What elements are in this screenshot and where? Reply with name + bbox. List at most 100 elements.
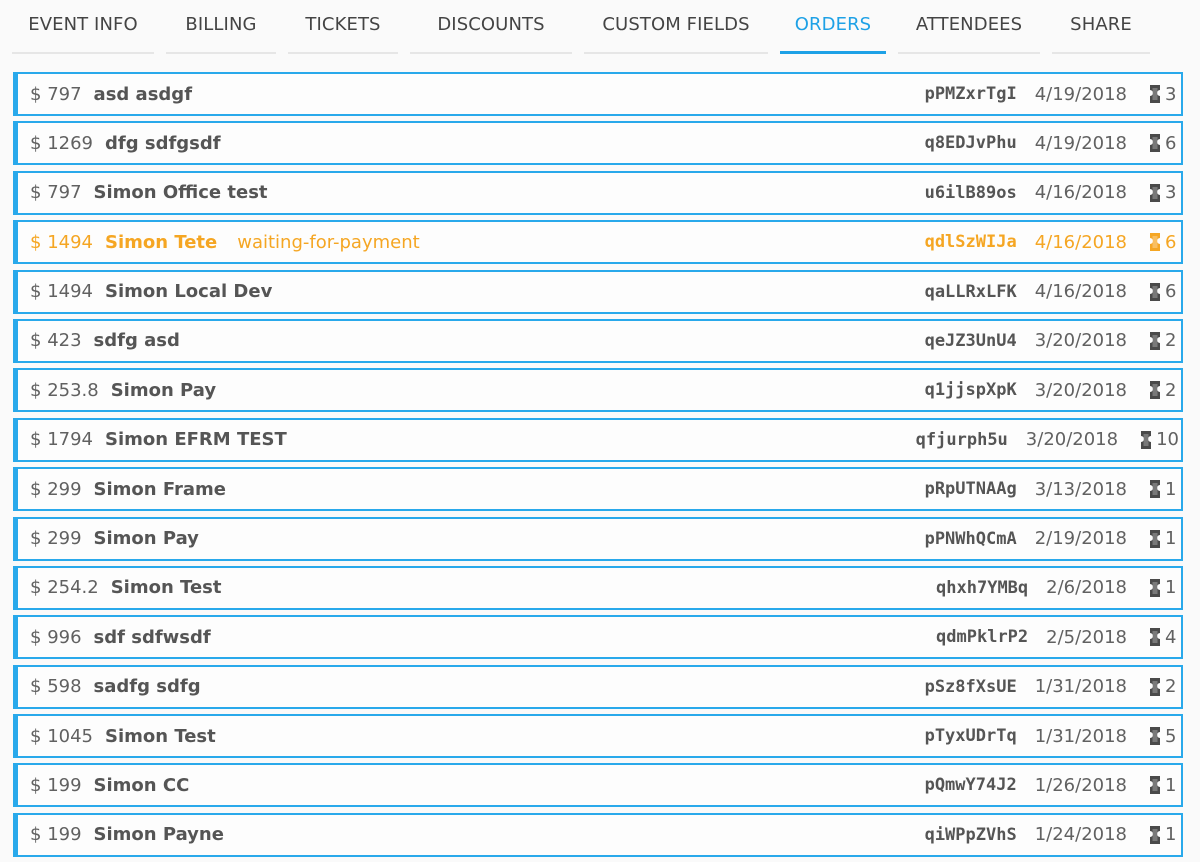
order-name: Simon Office test xyxy=(94,182,268,203)
order-date: 4/16/2018 xyxy=(1035,182,1127,203)
order-row[interactable]: $ 199 Simon Payne qiWPpZVhS 1/24/2018 1 xyxy=(13,813,1183,857)
order-code: pRpUTNAAg xyxy=(925,479,1017,499)
order-amount-value: 1494 xyxy=(47,232,93,253)
tab-share[interactable]: SHARE xyxy=(1052,0,1150,54)
ticket-count: 2 xyxy=(1165,330,1179,351)
ticket-icon xyxy=(1149,380,1161,400)
order-amount-value: 1269 xyxy=(47,133,93,154)
order-amount: $ 1494 xyxy=(30,232,93,253)
order-date: 3/13/2018 xyxy=(1035,479,1127,500)
order-amount-value: 797 xyxy=(47,182,81,203)
order-row[interactable]: $ 797Simon Office testu6ilB89os4/16/2018… xyxy=(13,171,1183,215)
order-name: sadfg sdfg xyxy=(94,676,201,697)
order-date: 3/20/2018 xyxy=(1026,429,1118,450)
orders-list: $ 797asd asdgfpPMZxrTgI4/19/20183 $ 1269 d… xyxy=(13,72,1183,862)
order-row[interactable]: $ 253.8Simon Payq1jjspXpK3/20/20182 xyxy=(13,368,1183,412)
ticket-icon xyxy=(1149,627,1161,647)
currency-symbol: $ xyxy=(30,676,41,697)
order-date: 4/16/2018 xyxy=(1035,281,1127,302)
order-code: qdmPklrP2 xyxy=(936,627,1028,647)
order-amount: $ 598 xyxy=(30,676,82,697)
order-row[interactable]: $ 299Simon FramepRpUTNAAg3/13/20181 xyxy=(13,467,1183,511)
ticket-icon xyxy=(1149,677,1161,697)
order-name: Simon Test xyxy=(111,577,222,598)
order-name: Simon Payne xyxy=(94,824,224,845)
tab-billing[interactable]: BILLING xyxy=(166,0,276,54)
order-name: Simon EFRM TEST xyxy=(105,429,287,450)
order-date: 1/24/2018 xyxy=(1035,824,1127,845)
tab-custom-fields[interactable]: CUSTOM FIELDS xyxy=(584,0,768,54)
ticket-count: 1 xyxy=(1165,528,1179,549)
tab-discounts[interactable]: DISCOUNTS xyxy=(410,0,572,54)
ticket-count: 1 xyxy=(1165,824,1179,845)
ticket-count: 6 xyxy=(1165,281,1179,302)
tab-attendees[interactable]: ATTENDEES xyxy=(898,0,1040,54)
order-code: qeJZ3UnU4 xyxy=(925,331,1017,351)
order-amount-value: 199 xyxy=(47,824,81,845)
order-row[interactable]: $ 598sadfg sdfgpSz8fXsUE1/31/20182 xyxy=(13,665,1183,709)
order-amount-value: 598 xyxy=(47,676,81,697)
order-row[interactable]: $ 254.2 Simon Test qhxh7YMBq 2/6/2018 1 xyxy=(13,566,1183,610)
order-name: sdfg asd xyxy=(94,330,180,351)
order-amount-value: 423 xyxy=(47,330,81,351)
order-amount: $ 253.8 xyxy=(30,380,99,401)
ticket-count: 1 xyxy=(1165,775,1179,796)
order-row[interactable]: $ 1494Simon Local DevqaLLRxLFK4/16/20186 xyxy=(13,270,1183,314)
currency-symbol: $ xyxy=(30,824,41,845)
order-date: 1/31/2018 xyxy=(1035,676,1127,697)
order-code: q1jjspXpK xyxy=(925,380,1017,400)
currency-symbol: $ xyxy=(30,528,41,549)
currency-symbol: $ xyxy=(30,775,41,796)
order-amount: $ 254.2 xyxy=(30,577,99,598)
ticket-icon xyxy=(1149,133,1161,153)
ticket-icon xyxy=(1149,529,1161,549)
order-name: Simon Test xyxy=(105,726,216,747)
ticket-count: 3 xyxy=(1165,84,1179,105)
order-date: 3/20/2018 xyxy=(1035,380,1127,401)
order-row[interactable]: $ 1045Simon TestpTyxUDrTq1/31/20185 xyxy=(13,714,1183,758)
order-row[interactable]: $ 1269dfg sdfgsdfq8EDJvPhu4/19/20186 xyxy=(13,121,1183,165)
order-code: qdlSzWIJa xyxy=(925,232,1017,252)
order-row[interactable]: $ 199Simon CCpQmwY74J21/26/20181 xyxy=(13,763,1183,807)
order-amount: $ 1269 xyxy=(30,133,93,154)
order-name: Simon Pay xyxy=(94,528,199,549)
order-code: pPMZxrTgI xyxy=(925,84,1017,104)
ticket-count: 1 xyxy=(1165,577,1179,598)
order-code: pQmwY74J2 xyxy=(925,775,1017,795)
order-amount: $ 199 xyxy=(30,775,82,796)
order-date: 4/16/2018 xyxy=(1035,232,1127,253)
order-name: Simon Pay xyxy=(111,380,216,401)
order-amount: $ 199 xyxy=(30,824,82,845)
order-name: Simon Tete xyxy=(105,232,217,253)
order-row[interactable]: $ 1494 Simon Tete waiting-for-payment qdlSz… xyxy=(13,220,1183,264)
order-amount-value: 797 xyxy=(47,84,81,105)
order-row[interactable]: $ 1794Simon EFRM TESTqfjurph5u3/20/20181… xyxy=(13,418,1183,462)
order-code: qaLLRxLFK xyxy=(925,282,1017,302)
ticket-icon xyxy=(1149,84,1161,104)
order-code: u6ilB89os xyxy=(925,183,1017,203)
ticket-count: 4 xyxy=(1165,627,1179,648)
order-row[interactable]: $ 996sdf sdfwsdfqdmPklrP22/5/20184 xyxy=(13,615,1183,659)
order-row[interactable]: $ 423sdfg asdqeJZ3UnU43/20/20182 xyxy=(13,319,1183,363)
tab-bar: EVENT INFOBILLINGTICKETSDISCOUNTSCUSTOM … xyxy=(12,0,1162,54)
order-amount-value: 1045 xyxy=(47,726,93,747)
order-code: pTyxUDrTq xyxy=(925,726,1017,746)
order-amount-value: 253.8 xyxy=(47,380,99,401)
order-status: waiting-for-payment xyxy=(237,232,419,253)
order-code: qiWPpZVhS xyxy=(925,825,1017,845)
currency-symbol: $ xyxy=(30,133,41,154)
order-name: dfg sdfgsdf xyxy=(105,133,221,154)
order-date: 2/19/2018 xyxy=(1035,528,1127,549)
order-code: qhxh7YMBq xyxy=(936,578,1028,598)
order-amount-value: 254.2 xyxy=(47,577,99,598)
currency-symbol: $ xyxy=(30,726,41,747)
order-row[interactable]: $ 299Simon PaypPNWhQCmA2/19/20181 xyxy=(13,517,1183,561)
order-date: 3/20/2018 xyxy=(1035,330,1127,351)
tab-event-info[interactable]: EVENT INFO xyxy=(12,0,154,54)
tab-orders[interactable]: ORDERS xyxy=(780,0,886,54)
order-date: 2/6/2018 xyxy=(1046,577,1127,598)
order-row[interactable]: $ 797asd asdgfpPMZxrTgI4/19/20183 xyxy=(13,72,1183,116)
currency-symbol: $ xyxy=(30,479,41,500)
order-amount-value: 1494 xyxy=(47,281,93,302)
tab-tickets[interactable]: TICKETS xyxy=(288,0,398,54)
